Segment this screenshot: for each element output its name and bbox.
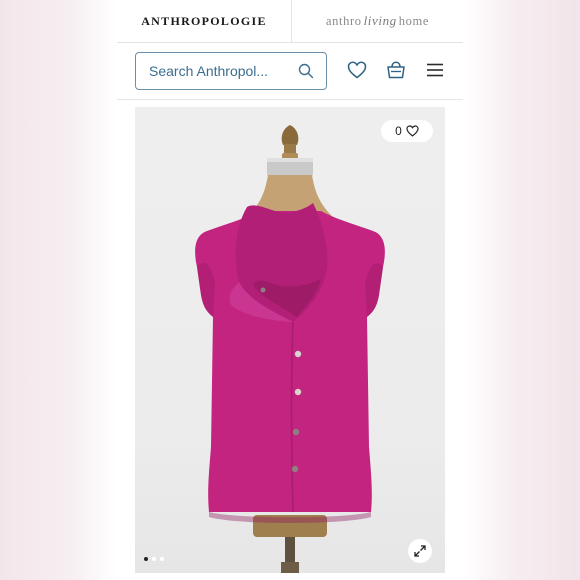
brand-tab-living-label: living <box>363 13 397 28</box>
expand-icon <box>414 545 426 557</box>
basket-icon <box>387 61 405 79</box>
menu-icon <box>427 63 443 77</box>
app-frame: ANTHROPOLOGIE anthro living home Search … <box>117 0 463 580</box>
mannequin-finial <box>267 125 313 176</box>
carousel-dots <box>144 557 164 561</box>
brand-tab-anthro-label: anthro <box>326 13 362 28</box>
brand-tab-anthropologie[interactable]: ANTHROPOLOGIE <box>117 0 291 42</box>
search-icon[interactable] <box>298 63 314 79</box>
favorite-count-button[interactable]: 0 <box>381 120 433 142</box>
carousel-dot[interactable] <box>152 557 156 561</box>
brand-tab-anthro-living-home[interactable]: anthro living home <box>292 0 463 42</box>
brand-bar: ANTHROPOLOGIE anthro living home <box>117 0 463 43</box>
heart-icon <box>347 61 367 79</box>
favorite-count: 0 <box>395 124 402 138</box>
product-photo <box>195 125 385 573</box>
product-image[interactable]: 0 <box>135 107 445 573</box>
brand-tab-home-label: home <box>398 13 429 28</box>
search-placeholder: Search Anthropol... <box>149 63 269 79</box>
brand-tab-anthropologie-label: ANTHROPOLOGIE <box>141 13 267 28</box>
expand-image-button[interactable] <box>408 539 432 563</box>
heart-icon <box>406 125 419 137</box>
blouse <box>195 203 385 523</box>
menu-button[interactable] <box>424 59 446 81</box>
carousel-dot[interactable] <box>160 557 164 561</box>
wishlist-button[interactable] <box>346 59 368 81</box>
site-header: Search Anthropol... <box>117 42 463 100</box>
carousel-dot[interactable] <box>144 557 148 561</box>
search-input[interactable]: Search Anthropol... <box>135 52 327 90</box>
basket-button[interactable] <box>385 59 407 81</box>
